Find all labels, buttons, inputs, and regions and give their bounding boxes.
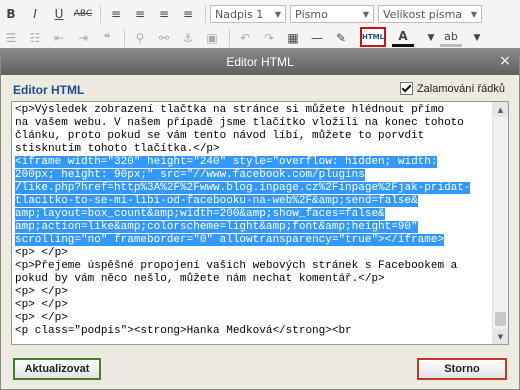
code-line: amp;action=like&amp;colorscheme=light&am… — [15, 221, 491, 234]
source-code: <p>Výsledek zobrazení tlačtka na stránce… — [15, 104, 491, 338]
size-select-value: Velikost písma — [383, 7, 463, 21]
html-source-button[interactable]: HTML — [360, 27, 386, 47]
size-select[interactable]: Velikost písma ▼ — [378, 5, 482, 23]
scrollbar-thumb[interactable] — [495, 312, 506, 326]
link-icon[interactable]: ⚲ — [129, 28, 151, 48]
vertical-scrollbar[interactable]: ▲ ▼ — [492, 102, 508, 344]
toolbar-divider — [100, 5, 101, 23]
code-line-text: <iframe width="320" height="240" style="… — [15, 156, 438, 168]
code-line: <iframe width="320" height="240" style="… — [15, 156, 491, 169]
unlink-icon[interactable]: ⚯ — [153, 28, 175, 48]
code-line: pokud by vám něco nešlo, můžete nám nech… — [15, 273, 491, 286]
code-line-text: amp;layout=box_count&amp;width=200&amp;s… — [15, 208, 385, 220]
undo-icon[interactable]: ↶ — [234, 28, 256, 48]
hr-icon[interactable]: — — [306, 28, 328, 48]
close-icon[interactable]: × — [497, 53, 513, 69]
dialog-titlebar[interactable]: Editor HTML × — [1, 49, 519, 75]
indent-icon[interactable]: ⇥ — [72, 28, 94, 48]
font-select[interactable]: Písmo ▼ — [290, 5, 374, 23]
code-line: <p> </p> — [15, 312, 491, 325]
align-justify-icon[interactable]: ≡ — [177, 4, 199, 24]
strikethrough-button[interactable]: ABC — [72, 4, 94, 24]
code-line: na vašem webu. V našem případě jsme tlač… — [15, 117, 491, 130]
align-right-icon[interactable]: ≡ — [153, 4, 175, 24]
code-line: scrolling="no" frameborder="0" allowtran… — [15, 234, 491, 247]
code-line: <p class="podpis"><strong>Hanka Medková<… — [15, 325, 491, 338]
code-line-text: na vašem webu. V našem případě jsme tlač… — [15, 117, 464, 129]
chevron-down-icon[interactable]: ▼ — [466, 28, 488, 48]
editor-heading: Editor HTML — [13, 83, 85, 97]
code-line-text: 200px; height: 90px;" src="//www.faceboo… — [15, 169, 365, 181]
code-line-text: <p>Výsledek zobrazení tlačtka na stránce… — [15, 104, 445, 116]
update-button[interactable]: Aktualizovat — [13, 358, 101, 380]
toolbar-row-formatting: B I U ABC ≡ ≡ ≡ ≡ Nadpis 1 ▼ Písmo ▼ Velik… — [0, 2, 486, 26]
editor-toolbar: B I U ABC ≡ ≡ ≡ ≡ Nadpis 1 ▼ Písmo ▼ Velik… — [0, 0, 520, 53]
html-source-textarea[interactable]: <p>Výsledek zobrazení tlačtka na stránce… — [11, 101, 509, 345]
text-color-button[interactable]: A — [392, 28, 414, 47]
code-line-text: <p> </p> — [15, 247, 68, 259]
code-line-text: amp;action=like&amp;colorscheme=light&am… — [15, 221, 418, 233]
code-line-text: stisknutím tohoto tlačítka.</p> — [15, 143, 220, 155]
code-line: <p> </p> — [15, 286, 491, 299]
code-line: tlacitko-to-se-mi-libi-od-facebooku-na-w… — [15, 195, 491, 208]
format-select-value: Nadpis 1 — [215, 7, 264, 21]
toolbar-divider — [124, 29, 125, 47]
code-line-text: <p> </p> — [15, 299, 68, 311]
dialog-title: Editor HTML — [226, 55, 294, 69]
scroll-up-arrow-icon[interactable]: ▲ — [493, 102, 508, 117]
table-icon[interactable]: ▦ — [282, 28, 304, 48]
code-line-text: <p>Přejeme úspěšné propojení vašich webo… — [15, 260, 458, 272]
font-select-value: Písmo — [295, 7, 328, 21]
code-line-text: <p> </p> — [15, 286, 68, 298]
quote-icon[interactable]: ❝ — [96, 28, 118, 48]
italic-button[interactable]: I — [24, 4, 46, 24]
numbered-list-icon[interactable]: ☷ — [24, 28, 46, 48]
image-icon[interactable]: ▣ — [201, 28, 223, 48]
code-line: <p>Výsledek zobrazení tlačtka na stránce… — [15, 104, 491, 117]
code-line: <p> </p> — [15, 247, 491, 260]
chevron-down-icon[interactable]: ▼ — [420, 28, 442, 48]
toolbar-divider — [205, 5, 206, 23]
chevron-down-icon: ▼ — [470, 9, 477, 19]
code-line-text: <p class="podpis"><strong>Hanka Medková<… — [15, 325, 352, 337]
toolbar-row-tools: ☰ ☷ ⇤ ⇥ ❝ ⚲ ⚯ ⚓ ▣ ↶ ↷ ▦ — ✎ — [0, 26, 354, 50]
cleanup-icon[interactable]: ✎ — [330, 28, 352, 48]
wrap-lines-label: Zalamování řádků — [416, 82, 505, 95]
code-line: /like.php?href=http%3A%2F%2Fwww.blog.inp… — [15, 182, 491, 195]
wrap-lines-checkbox[interactable] — [399, 82, 413, 95]
toolbar-divider — [229, 29, 230, 47]
code-line-text: scrolling="no" frameborder="0" allowtran… — [15, 234, 445, 246]
html-button-label: HTML — [361, 33, 385, 41]
code-line: článku, proto pokud se vám tento návod l… — [15, 130, 491, 143]
chevron-down-icon: ▼ — [362, 9, 369, 19]
code-line-text: pokud by vám něco nešlo, můžete nám nech… — [15, 273, 385, 285]
align-center-icon[interactable]: ≡ — [129, 4, 151, 24]
format-select[interactable]: Nadpis 1 ▼ — [210, 5, 286, 23]
underline-button[interactable]: U — [48, 4, 70, 24]
code-line-text: /like.php?href=http%3A%2F%2Fwww.blog.inp… — [15, 182, 471, 194]
code-line: <p>Přejeme úspěšné propojení vašich webo… — [15, 260, 491, 273]
scroll-down-arrow-icon[interactable]: ▼ — [493, 329, 508, 344]
outdent-icon[interactable]: ⇤ — [48, 28, 70, 48]
code-line-text: článku, proto pokud se vám tento návod l… — [15, 130, 425, 142]
redo-icon[interactable]: ↷ — [258, 28, 280, 48]
align-left-icon[interactable]: ≡ — [105, 4, 127, 24]
code-line: <p> </p> — [15, 299, 491, 312]
code-line: 200px; height: 90px;" src="//www.faceboo… — [15, 169, 491, 182]
code-line-text: <p> </p> — [15, 312, 68, 324]
wrap-lines-option[interactable]: Zalamování řádků — [399, 82, 505, 95]
chevron-down-icon: ▼ — [274, 9, 281, 19]
highlight-color-button[interactable]: ab — [440, 28, 462, 47]
code-line: stisknutím tohoto tlačítka.</p> — [15, 143, 491, 156]
anchor-icon[interactable]: ⚓ — [177, 28, 199, 48]
code-line-text: tlacitko-to-se-mi-libi-od-facebooku-na-w… — [15, 195, 418, 207]
bold-button[interactable]: B — [0, 4, 22, 24]
code-line: amp;layout=box_count&amp;width=200&amp;s… — [15, 208, 491, 221]
cancel-button[interactable]: Storno — [417, 358, 507, 380]
bullet-list-icon[interactable]: ☰ — [0, 28, 22, 48]
html-editor-dialog: Editor HTML × Editor HTML Zalamování řád… — [0, 48, 520, 390]
